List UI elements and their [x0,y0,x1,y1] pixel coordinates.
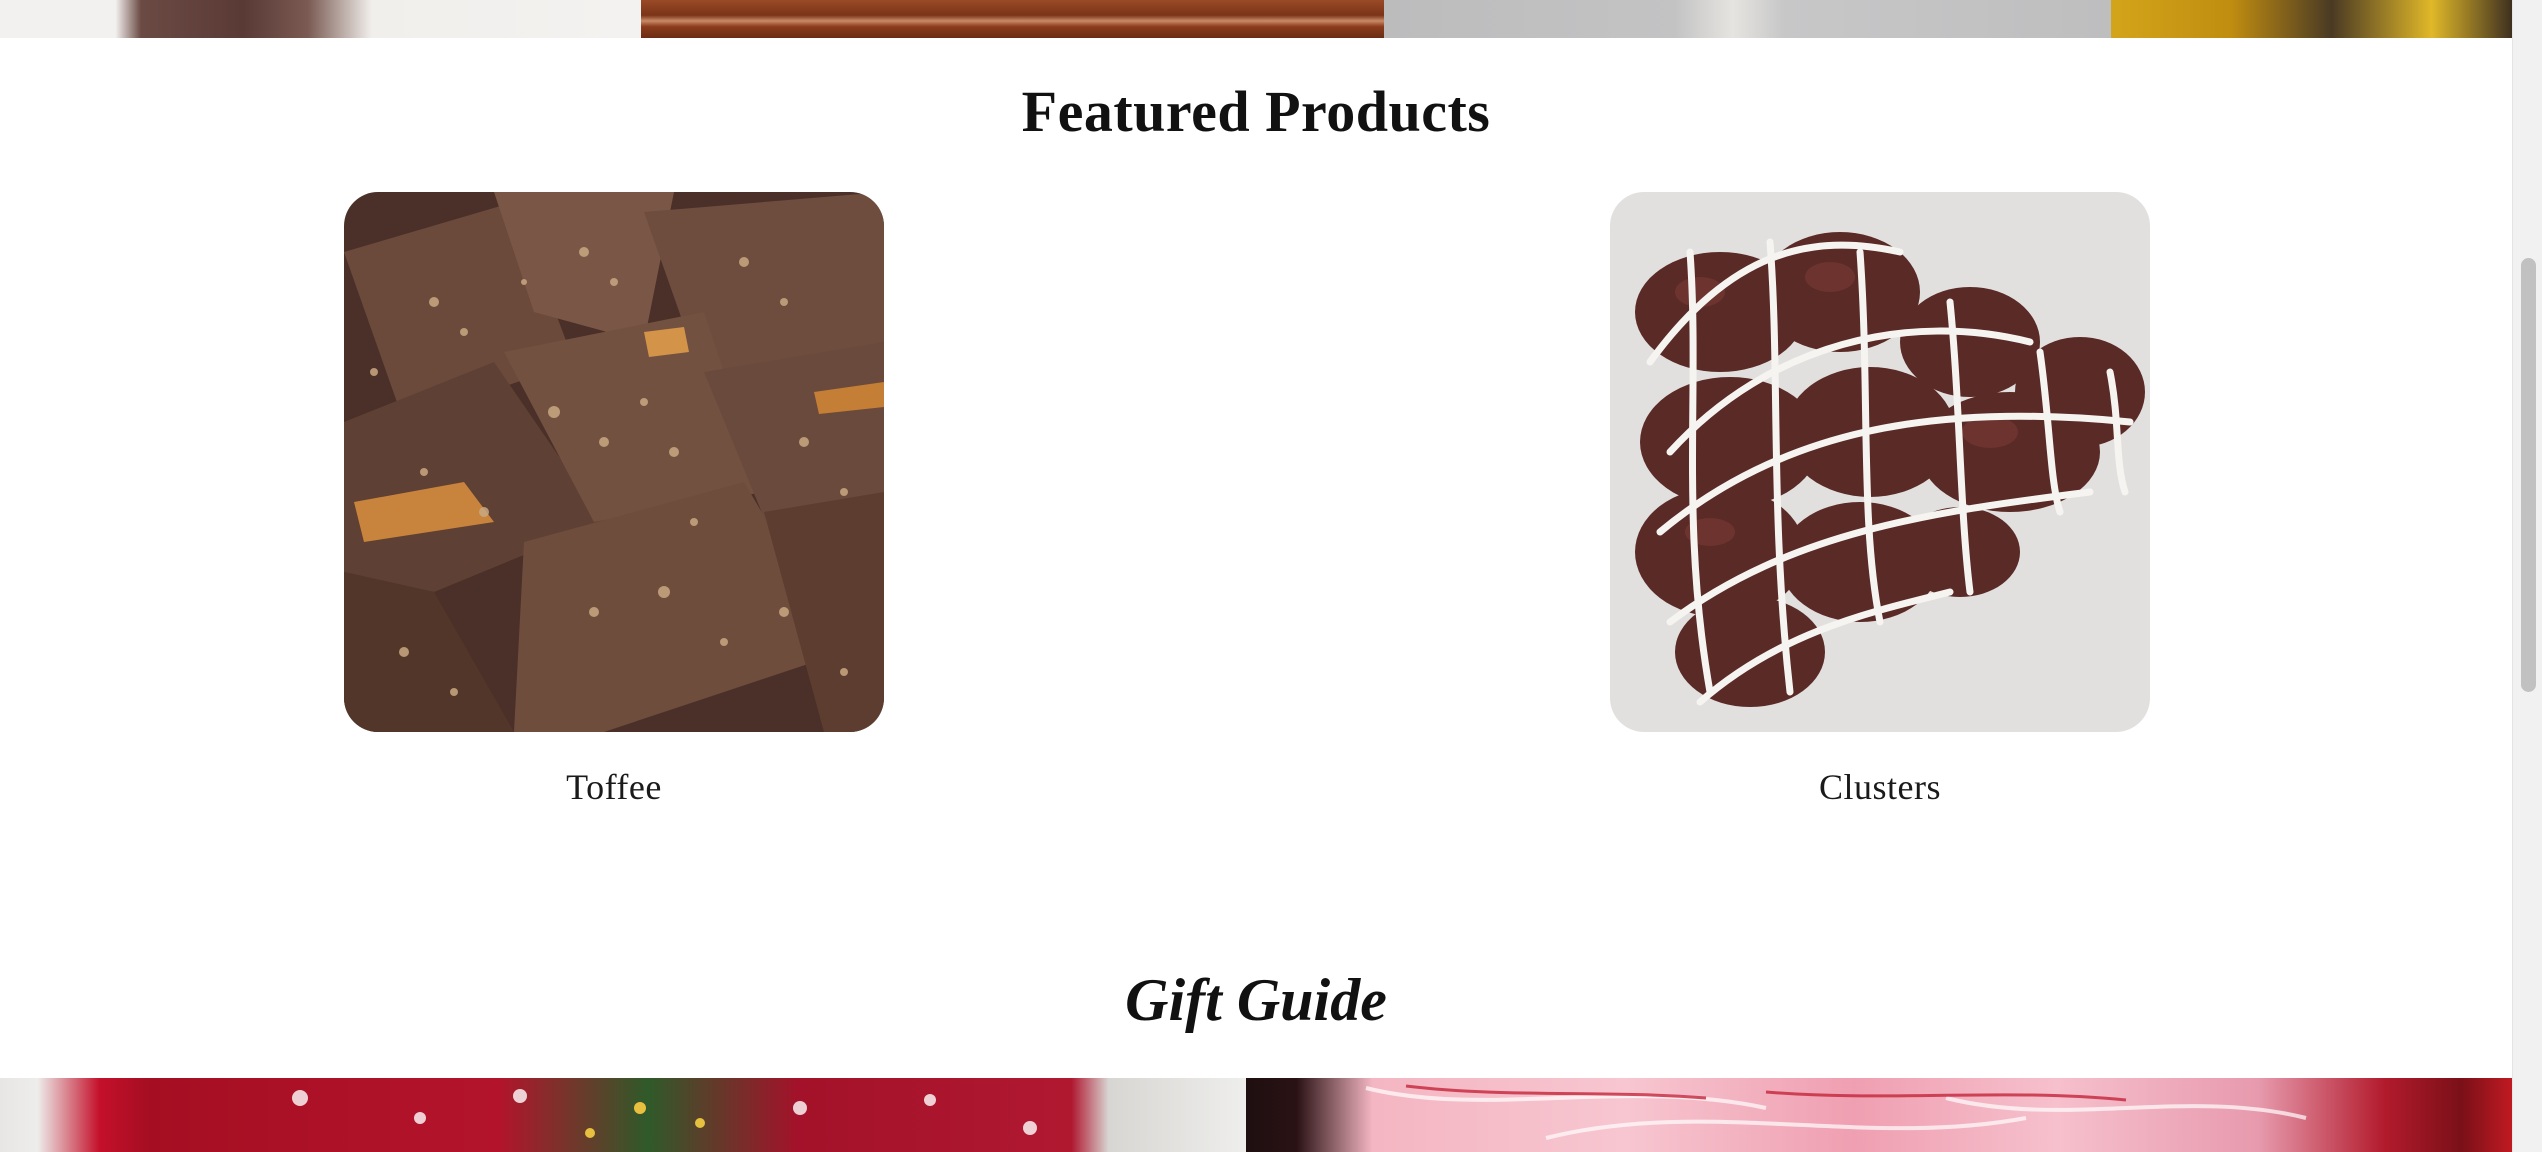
clusters-label[interactable]: Clusters [1610,766,2150,808]
toffee-image[interactable] [344,192,884,732]
product-card-clusters[interactable]: Clusters [1610,192,2150,808]
scrollbar-thumb[interactable] [2521,258,2536,692]
toffee-label[interactable]: Toffee [344,766,884,808]
vertical-scrollbar[interactable] [2512,0,2542,1152]
top-strip-image-4[interactable] [2111,0,2512,38]
gift-guide-heading: Gift Guide [1125,967,1387,1033]
top-strip-image-2[interactable] [641,0,1384,38]
top-strip-image-1[interactable] [0,0,641,38]
product-card-toffee[interactable]: Toffee [344,192,884,808]
gift-guide-image-2[interactable] [1246,1078,2512,1152]
gift-guide-image-strip [0,1078,2512,1152]
top-strip-image-3[interactable] [1384,0,2111,38]
page: Featured Products Toffee Clusters Gift G… [0,0,2542,1152]
featured-products-heading: Featured Products [1021,79,1491,144]
gift-guide-image-1[interactable] [0,1078,1246,1152]
clusters-image[interactable] [1610,192,2150,732]
main-content: Featured Products Toffee Clusters Gift G… [0,0,2512,1152]
top-image-strip [0,0,2512,38]
